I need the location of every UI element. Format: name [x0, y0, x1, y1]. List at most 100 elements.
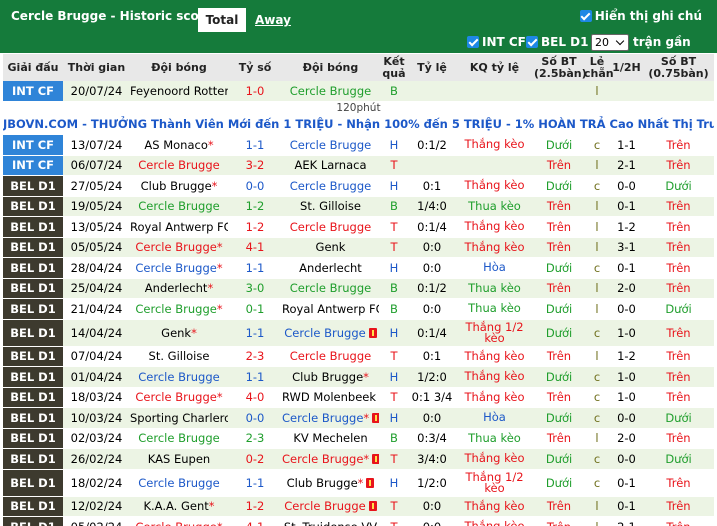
score[interactable]: 1-0 [228, 81, 282, 102]
league-badge[interactable]: BEL D1 [3, 298, 63, 320]
away-team-name[interactable]: St. Gilloise [300, 199, 361, 213]
away-team[interactable]: Cercle Brugge* [282, 407, 379, 429]
away-team[interactable]: Club Brugge* [282, 366, 379, 388]
score[interactable]: 1-2 [228, 196, 282, 217]
table-row[interactable]: BEL D1 10/03/24 Sporting Charleroi 0-0 Cercl… [3, 407, 714, 429]
away-team[interactable]: Cercle Brugge [282, 216, 379, 238]
table-row[interactable]: BEL D1 14/04/24 Genk* 1-1 Cercle Brugge H 0:1/… [3, 319, 714, 347]
promo-link[interactable]: JBOVN.COM - THƯỞNG Thành Viên Mới đến 1 … [3, 114, 714, 135]
table-row[interactable]: BEL D1 12/02/24 K.A.A. Gent* 1-2 Cercle Brug… [3, 496, 714, 517]
home-team-name[interactable]: Feyenoord Rotterdam [130, 84, 228, 98]
home-team-name[interactable]: St. Gilloise [149, 349, 210, 363]
tab-away[interactable]: Away [255, 8, 291, 32]
home-team-name[interactable]: Cercle Brugge [135, 302, 216, 316]
away-team-name[interactable]: KV Mechelen [293, 431, 367, 445]
score[interactable]: 0-1 [228, 298, 282, 320]
table-row[interactable]: BEL D105/02/24Cercle Brugge*4-1St.-Truid… [3, 516, 714, 526]
home-team-name[interactable]: Cercle Brugge [138, 431, 219, 445]
away-team-name[interactable]: Cercle Brugge [282, 452, 363, 466]
table-row[interactable]: BEL D1 27/05/24 Club Brugge* 0-0 Cercle Brug… [3, 175, 714, 197]
table-row[interactable]: INT CF20/07/24Feyenoord Rotterdam1-0 Cerc… [3, 81, 714, 102]
match-count-select[interactable]: 20 [591, 34, 629, 51]
promo-row[interactable]: JBOVN.COM - THƯỞNG Thành Viên Mới đến 1 … [3, 114, 714, 135]
away-team-name[interactable]: Cercle Brugge [290, 179, 371, 193]
away-team-name[interactable]: Club Brugge [287, 476, 358, 490]
league-badge[interactable]: INT CF [3, 81, 63, 102]
checkbox-checked-icon[interactable] [467, 36, 479, 48]
score[interactable]: 2-3 [228, 428, 282, 449]
away-team[interactable]: KV Mechelen [282, 428, 379, 449]
home-team[interactable]: Anderlecht* [130, 278, 228, 299]
table-row[interactable]: BEL D1 21/04/24 Cercle Brugge* 0-1 Royal Ant… [3, 298, 714, 320]
table-row[interactable]: BEL D113/05/24Royal Antwerp FC*1-2Cercle… [3, 216, 714, 238]
home-team-name[interactable]: KAS Eupen [148, 452, 210, 466]
home-team-name[interactable]: Cercle Brugge [135, 240, 216, 254]
away-team-name[interactable]: Cercle Brugge [284, 326, 365, 340]
score[interactable]: 1-2 [228, 496, 282, 517]
table-row[interactable]: BEL D1 18/02/24 Cercle Brugge 1-1 Club Brugg… [3, 469, 714, 497]
score[interactable]: 1-1 [228, 319, 282, 347]
home-team-name[interactable]: Cercle Brugge [135, 261, 216, 275]
home-team[interactable]: KAS Eupen [130, 448, 228, 470]
home-team[interactable]: Cercle Brugge* [130, 298, 228, 320]
away-team[interactable]: AEK Larnaca [282, 155, 379, 176]
league-badge[interactable]: BEL D1 [3, 516, 63, 526]
score[interactable]: 1-1 [228, 366, 282, 388]
home-team[interactable]: Cercle Brugge [130, 366, 228, 388]
table-row[interactable]: BEL D1 07/04/24 St. Gilloise 2-3 Cercle Brug… [3, 346, 714, 367]
home-team[interactable]: Cercle Brugge* [130, 237, 228, 258]
home-team[interactable]: Cercle Brugge [130, 196, 228, 217]
away-team-name[interactable]: Cercle Brugge [290, 84, 371, 98]
table-row[interactable]: INT CF 13/07/24 AS Monaco* 1-1 Cercle Brugge… [3, 134, 714, 156]
away-team-name[interactable]: Anderlecht [299, 261, 362, 275]
away-team-name[interactable]: Royal Antwerp FC [282, 302, 379, 316]
away-team-name[interactable]: RWD Molenbeek [282, 390, 376, 404]
away-team[interactable]: Royal Antwerp FC [282, 298, 379, 320]
score[interactable]: 1-1 [228, 469, 282, 497]
score[interactable]: 4-0 [228, 387, 282, 408]
score[interactable]: 0-0 [228, 175, 282, 197]
table-row[interactable]: BEL D1 25/04/24 Anderlecht* 3-0 Cercle Brugg… [3, 278, 714, 299]
away-team[interactable]: Cercle Brugge [282, 496, 379, 517]
home-team[interactable]: Feyenoord Rotterdam [130, 81, 228, 102]
away-team[interactable]: Anderlecht [282, 257, 379, 279]
table-row[interactable]: BEL D1 05/05/24 Cercle Brugge* 4-1 Genk T 0:0 T… [3, 237, 714, 258]
league-badge[interactable]: INT CF [3, 134, 63, 156]
score[interactable]: 1-1 [228, 257, 282, 279]
checkbox-checked-icon[interactable] [526, 36, 538, 48]
home-team[interactable]: Cercle Brugge* [130, 387, 228, 408]
away-team-name[interactable]: Cercle Brugge [282, 411, 363, 425]
table-row[interactable]: BEL D1 18/03/24 Cercle Brugge* 4-0 RWD Molen… [3, 387, 714, 408]
score[interactable]: 0-0 [228, 407, 282, 429]
home-team[interactable]: Genk* [130, 319, 228, 347]
away-team[interactable]: Cercle Brugge [282, 346, 379, 367]
home-team[interactable]: Royal Antwerp FC* [130, 216, 228, 238]
table-row[interactable]: INT CF 06/07/24 Cercle Brugge 3-2 AEK Larnac… [3, 155, 714, 176]
league-badge[interactable]: INT CF [3, 155, 63, 176]
league-badge[interactable]: BEL D1 [3, 196, 63, 217]
away-team[interactable]: Cercle Brugge* [282, 448, 379, 470]
home-team[interactable]: Cercle Brugge [130, 155, 228, 176]
score[interactable]: 4-1 [228, 516, 282, 526]
table-row[interactable]: BEL D1 02/03/24 Cercle Brugge 2-3 KV Mechele… [3, 428, 714, 449]
league-badge[interactable]: BEL D1 [3, 387, 63, 408]
home-team-name[interactable]: Cercle Brugge [138, 199, 219, 213]
checkbox-checked-icon[interactable] [579, 10, 592, 22]
away-team-name[interactable]: Cercle Brugge [290, 349, 371, 363]
league-badge[interactable]: BEL D1 [3, 175, 63, 197]
home-team[interactable]: Club Brugge* [130, 175, 228, 197]
filter-int-cf[interactable]: INT CF [467, 32, 526, 53]
home-team-name[interactable]: Anderlecht [145, 281, 208, 295]
league-badge[interactable]: BEL D1 [3, 346, 63, 367]
away-team[interactable]: Cercle Brugge [282, 175, 379, 197]
home-team[interactable]: St. Gilloise [130, 346, 228, 367]
home-team[interactable]: Cercle Brugge [130, 469, 228, 497]
away-team[interactable]: RWD Molenbeek [282, 387, 379, 408]
home-team[interactable]: AS Monaco* [130, 134, 228, 156]
score[interactable]: 3-0 [228, 278, 282, 299]
home-team-name[interactable]: Club Brugge [141, 179, 212, 193]
home-team[interactable]: K.A.A. Gent* [130, 496, 228, 517]
score[interactable]: 4-1 [228, 237, 282, 258]
away-team-name[interactable]: AEK Larnaca [294, 158, 366, 172]
home-team-name[interactable]: K.A.A. Gent [143, 499, 208, 513]
